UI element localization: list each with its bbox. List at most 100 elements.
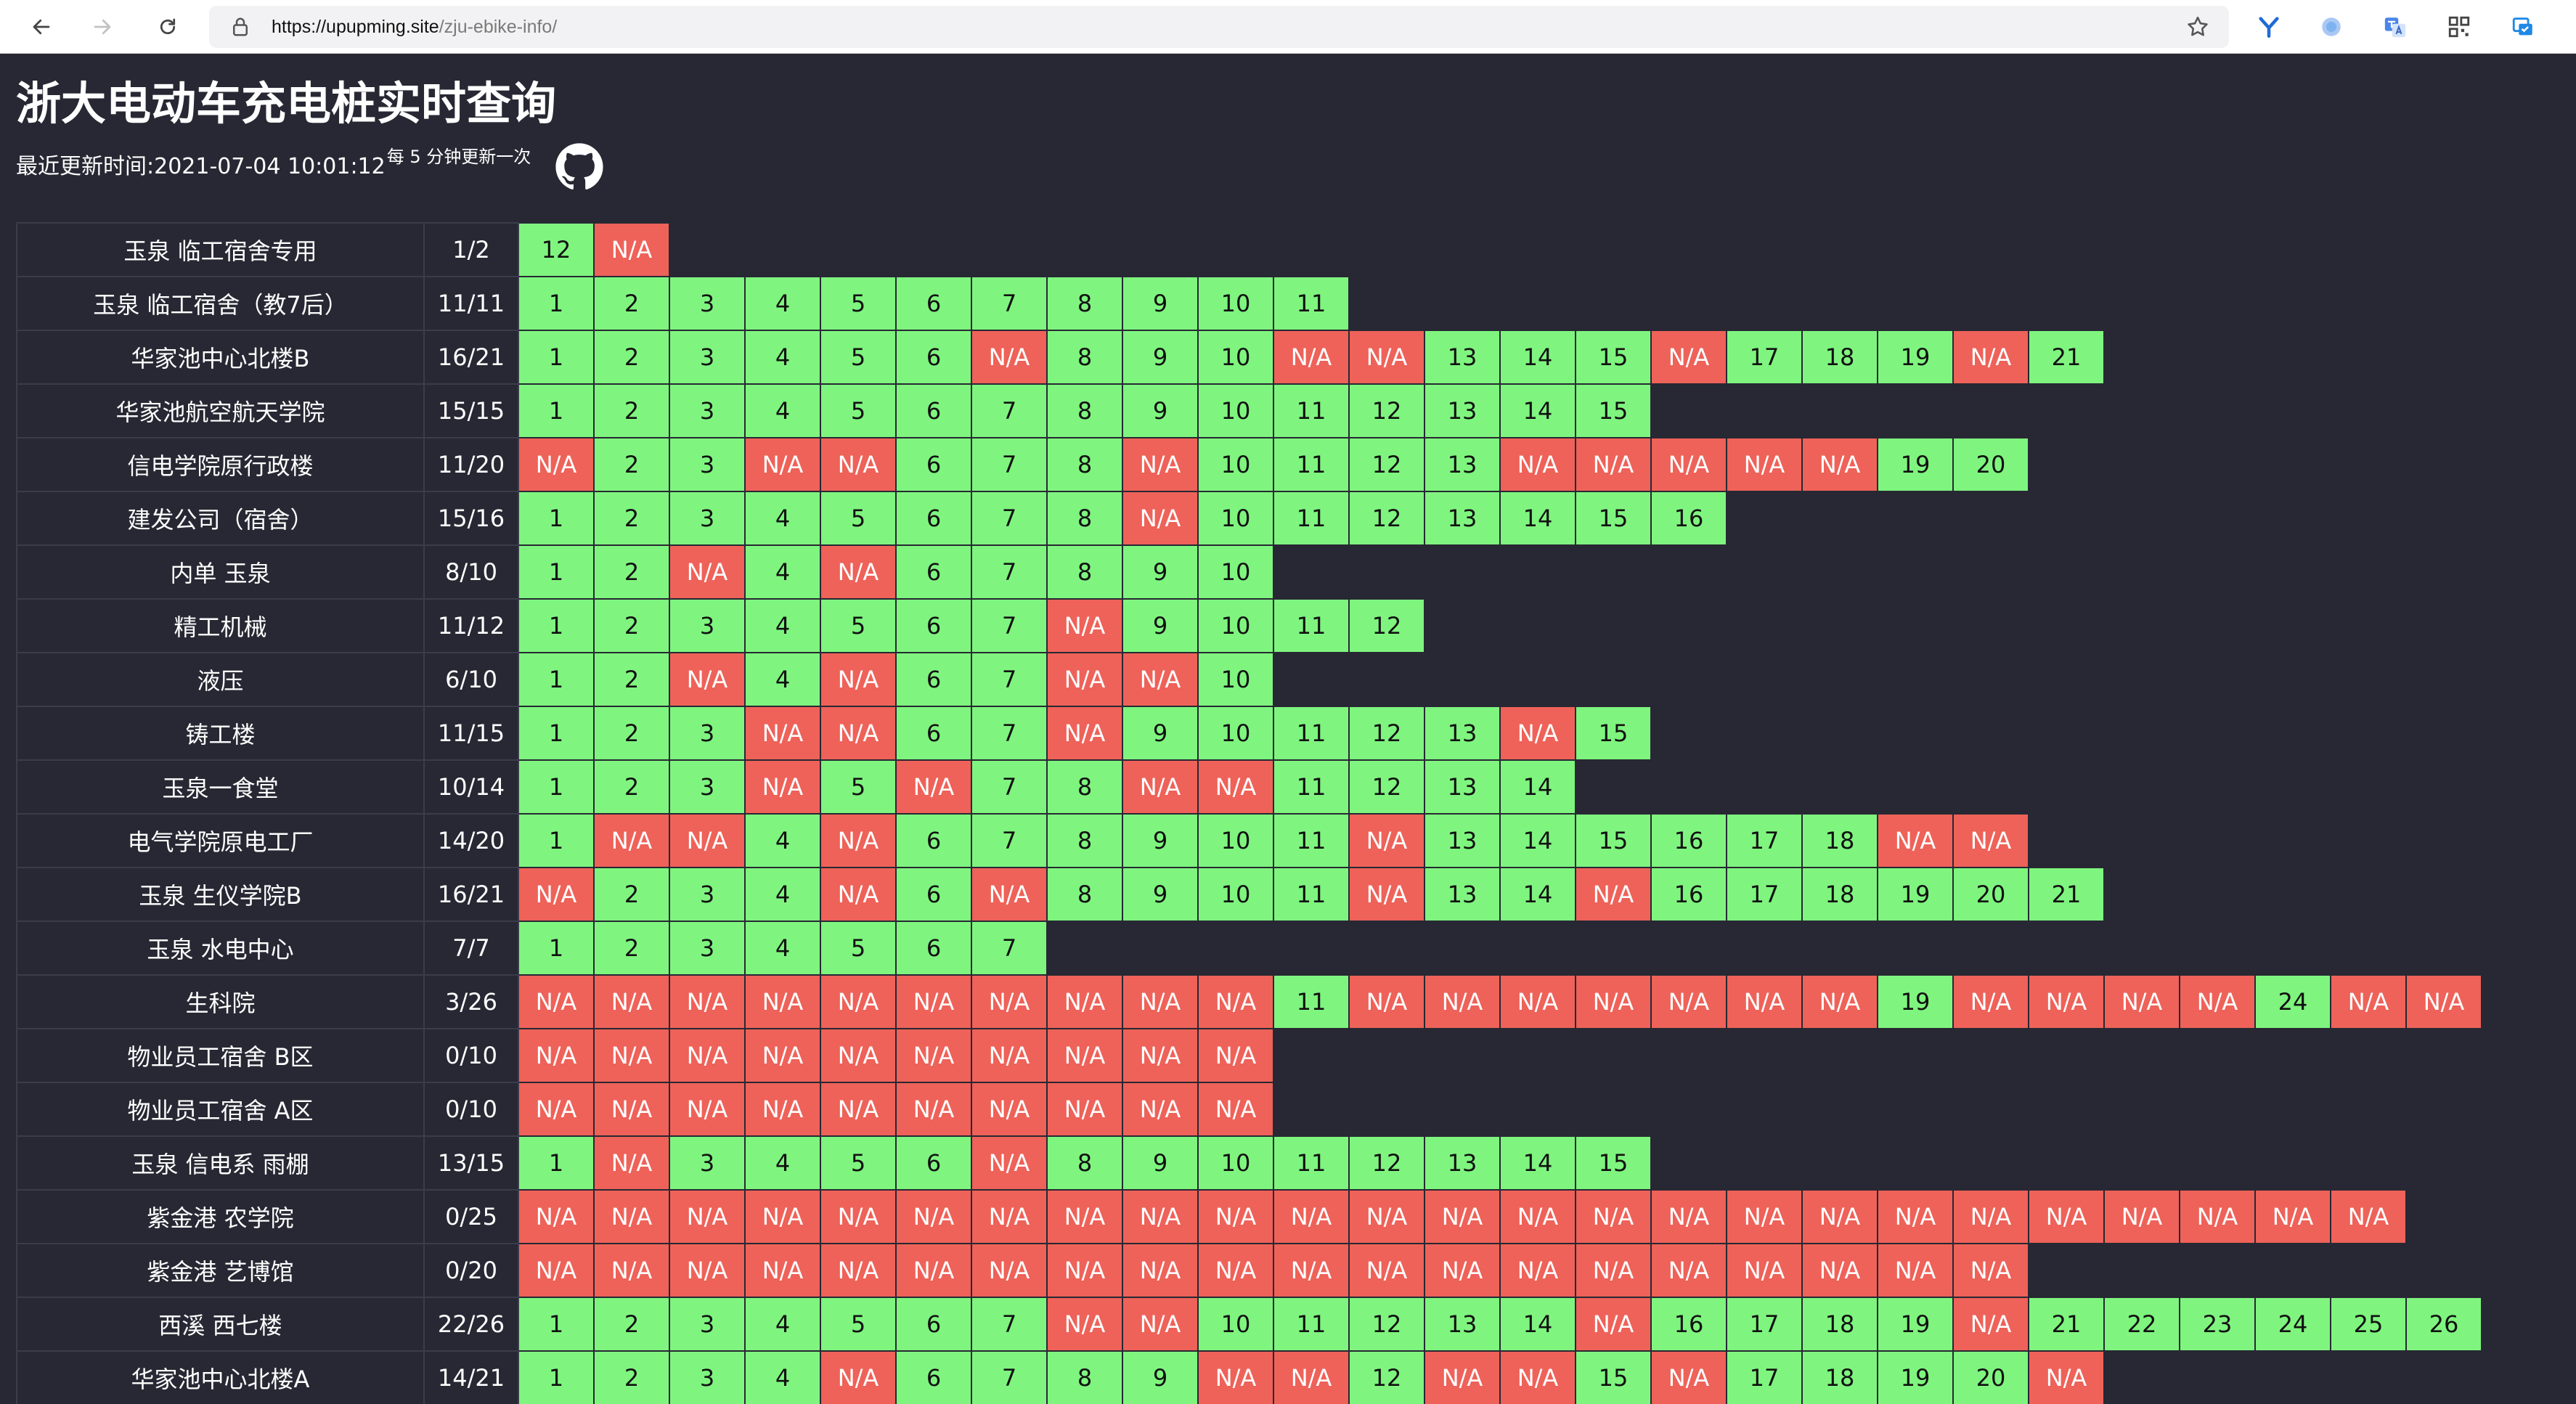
station-row: 华家池中心北楼A 14/21 1 2 3 4 N/A 6 7 8 9 N/A N/A 12 N/A N/A 15… — [16, 1350, 2482, 1404]
charger-slot-unavailable: N/A — [518, 1189, 595, 1244]
station-availability-count: 7/7 — [423, 921, 519, 976]
charger-slot-unavailable: N/A — [593, 813, 670, 868]
charger-slot-available: 13 — [1424, 330, 1501, 385]
station-name: 紫金港 农学院 — [16, 1189, 425, 1244]
charger-slot-unavailable: N/A — [1650, 1189, 1727, 1244]
charger-slot-unavailable: N/A — [1726, 437, 1803, 492]
charger-slot-available: 26 — [2405, 1297, 2482, 1352]
charger-slot-unavailable: N/A — [1650, 1350, 1727, 1404]
station-name: 玉泉 临工宿舍专用 — [16, 222, 425, 277]
charger-slot-unavailable: N/A — [1348, 974, 1425, 1029]
charger-slot-available: 21 — [2028, 330, 2105, 385]
station-row: 华家池航空航天学院 15/15 1 2 3 4 5 6 7 8 9 10 11 12 13 14 15 — [16, 383, 2482, 438]
charger-slot-available: 10 — [1197, 330, 1274, 385]
charger-slot-available: 1 — [518, 330, 595, 385]
charger-slot-available: 16 — [1650, 491, 1727, 546]
charger-slot-unavailable: N/A — [1726, 1189, 1803, 1244]
charger-slot-unavailable: N/A — [971, 1082, 1048, 1137]
charger-slot-available: 13 — [1424, 759, 1501, 815]
bookmark-star-icon[interactable] — [2185, 15, 2210, 39]
charger-slot-unavailable: N/A — [1801, 974, 1878, 1029]
charger-slot-available: 11 — [1273, 276, 1350, 331]
reload-icon[interactable] — [151, 10, 184, 44]
screenshot-extension-icon[interactable] — [2508, 12, 2538, 42]
charger-slot-available: 6 — [895, 813, 972, 868]
charger-slot-unavailable: N/A — [1952, 974, 2029, 1029]
charger-slot-available: 15 — [1575, 706, 1652, 761]
address-bar[interactable]: https://upupming.site/zju-ebike-info/ — [209, 6, 2229, 48]
charger-slot-unavailable: N/A — [1348, 1189, 1425, 1244]
charger-slot-available: 9 — [1122, 276, 1199, 331]
charger-slot-available: 9 — [1122, 1350, 1199, 1404]
charger-slot-unavailable: N/A — [2028, 1189, 2105, 1244]
charger-slot-available: 24 — [2254, 974, 2331, 1029]
charger-slot-available: 3 — [669, 1297, 746, 1352]
extension-circle-icon[interactable] — [2316, 12, 2347, 42]
station-name: 生科院 — [16, 974, 425, 1029]
charger-slot-unavailable: N/A — [2103, 974, 2180, 1029]
charger-slot-unavailable: N/A — [1348, 867, 1425, 922]
charger-slot-available: 7 — [971, 383, 1048, 438]
charger-slot-available: 12 — [1348, 1297, 1425, 1352]
charger-slot-unavailable: N/A — [593, 1135, 670, 1191]
charger-slot-available: 5 — [820, 330, 897, 385]
charger-slot-available: 21 — [2028, 1297, 2105, 1352]
qr-code-icon[interactable] — [2444, 12, 2474, 42]
charger-slot-available: 2 — [593, 330, 670, 385]
station-name: 电气学院原电工厂 — [16, 813, 425, 868]
charger-slot-available: 5 — [820, 1135, 897, 1191]
charger-slot-available: 5 — [820, 921, 897, 976]
charger-slot-available: 8 — [1046, 813, 1123, 868]
charger-slot-available: 13 — [1424, 1135, 1501, 1191]
station-availability-count: 11/12 — [423, 598, 519, 653]
charger-slot-available: 2 — [593, 491, 670, 546]
station-availability-count: 11/11 — [423, 276, 519, 331]
charger-slot-unavailable: N/A — [1575, 1297, 1652, 1352]
charger-slot-unavailable: N/A — [820, 1082, 897, 1137]
charger-slot-available: 7 — [971, 921, 1048, 976]
forward-arrow-icon[interactable] — [86, 10, 119, 44]
extension-y-icon[interactable] — [2254, 12, 2284, 42]
charger-slot-unavailable: N/A — [744, 437, 821, 492]
charger-slot-available: 9 — [1122, 867, 1199, 922]
charger-slot-available: 25 — [2330, 1297, 2407, 1352]
lock-icon — [233, 17, 248, 36]
charger-slot-unavailable: N/A — [1801, 437, 1878, 492]
charger-slot-available: 19 — [1877, 974, 1954, 1029]
charger-slot-unavailable: N/A — [1197, 1189, 1274, 1244]
charger-slot-available: 17 — [1726, 330, 1803, 385]
charger-slot-unavailable: N/A — [2179, 974, 2256, 1029]
charger-slot-unavailable: N/A — [1122, 437, 1199, 492]
charger-slot-available: 1 — [518, 598, 595, 653]
charger-slot-unavailable: N/A — [1273, 1350, 1350, 1404]
charger-slot-available: 7 — [971, 813, 1048, 868]
charger-slot-available: 12 — [1348, 1350, 1425, 1404]
back-arrow-icon[interactable] — [25, 10, 58, 44]
charger-slot-unavailable: N/A — [1348, 1243, 1425, 1298]
page-title: 浙大电动车充电桩实时查询 — [16, 77, 557, 130]
charger-slot-unavailable: N/A — [1424, 1350, 1501, 1404]
charger-slot-available: 14 — [1499, 491, 1576, 546]
charger-slot-unavailable: N/A — [1575, 1189, 1652, 1244]
charger-slot-available: 7 — [971, 598, 1048, 653]
charger-slot-unavailable: N/A — [1499, 1350, 1576, 1404]
station-name: 物业员工宿舍 B区 — [16, 1028, 425, 1083]
charger-slot-available: 11 — [1273, 1297, 1350, 1352]
charger-slot-unavailable: N/A — [669, 1189, 746, 1244]
charger-slot-available: 4 — [744, 544, 821, 600]
charger-slot-unavailable: N/A — [1046, 706, 1123, 761]
translate-icon[interactable] — [2380, 12, 2410, 42]
charger-slot-available: 14 — [1499, 867, 1576, 922]
charger-slot-available: 17 — [1726, 813, 1803, 868]
charger-slot-unavailable: N/A — [1424, 974, 1501, 1029]
charger-slot-available: 8 — [1046, 330, 1123, 385]
charger-slot-available: 12 — [1348, 437, 1425, 492]
charger-slot-available: 19 — [1877, 1297, 1954, 1352]
charger-slot-unavailable: N/A — [1650, 437, 1727, 492]
github-icon[interactable] — [555, 142, 604, 192]
charger-slot-available: 2 — [593, 706, 670, 761]
charger-slot-available: 18 — [1801, 1297, 1878, 1352]
charger-slot-unavailable: N/A — [1650, 1243, 1727, 1298]
charger-slot-unavailable: N/A — [820, 867, 897, 922]
station-row: 紫金港 农学院 0/25 N/A N/A N/A N/A N/A N/A N/A N/A N/A N/… — [16, 1189, 2482, 1244]
